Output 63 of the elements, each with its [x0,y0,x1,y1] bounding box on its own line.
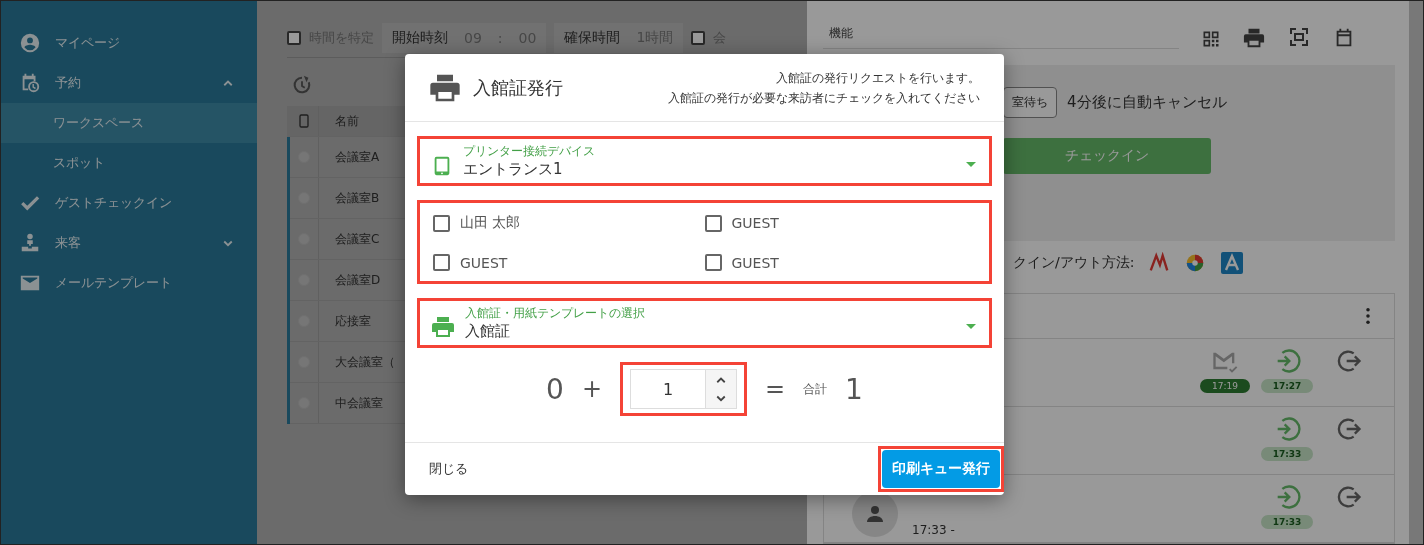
a-logo-icon [1220,251,1245,275]
sidebar-item[interactable]: メールテンプレート [1,263,257,303]
checkbox[interactable] [287,31,301,45]
methods-label: クイン/アウト方法: [1013,254,1135,272]
total-label: 合計 [803,380,828,398]
table-cell-text: 会議室D [334,271,381,289]
column-header: 名前 [334,112,359,130]
status-badge: 室待ち [1003,87,1057,118]
visitor-name: GUEST [460,254,508,271]
tablet-icon [296,113,312,129]
checkbox[interactable] [433,214,450,232]
visitor-icon [19,232,41,254]
user-icon [19,32,41,54]
visitor-name: GUEST [731,254,779,271]
time-pill: 17:27 [1260,379,1314,393]
dropdown-caret-icon [966,162,976,167]
checkbox[interactable] [704,254,722,271]
sidebar-subitem[interactable]: スポット [1,143,257,183]
visitor-name: GUEST [731,215,779,231]
field-label: 入館証・用紙テンプレートの選択 [465,305,646,322]
more-icon [1366,308,1370,324]
scan-icon [1287,25,1311,49]
section-title: 機能 [823,25,1179,49]
sidebar-item[interactable]: ゲストチェックイン [1,183,257,223]
table-cell-text: 応接室 [334,312,371,330]
dropdown-caret-icon [966,324,976,329]
table-cell-text: 大会議室（ [334,353,395,371]
table-cell-text: 会議室A [334,148,380,166]
checkbox[interactable] [704,214,722,232]
visitor-name: 山田 太郎 [460,214,521,232]
sidebar-subitem[interactable]: ワークスペース [1,103,257,143]
printer-icon [431,315,455,339]
checkbox[interactable] [691,31,706,45]
sidebar-item[interactable]: 来客 [1,223,257,263]
sidebar-item[interactable]: マイページ [1,23,257,63]
time-pill: 17:33 [1260,447,1314,461]
plus-sign: + [581,375,602,403]
checkin-button[interactable]: チェックイン [1003,138,1211,174]
time-pill: 17:33 [1260,515,1314,529]
table-cell-text: 会議室C [334,230,380,248]
total-count: 1 [845,372,863,406]
dialog-description: 入館証の発行リクエストを行います。 入館証の発行が必要な来訪者にチェックを入れてください [668,69,980,107]
qr-code-icon [1201,29,1221,49]
field-value: 入館証 [465,322,511,341]
refresh-icon [291,74,313,96]
checkbox[interactable] [433,254,450,271]
print-queue-button[interactable]: 印刷キュー発行 [882,450,1000,488]
close-button[interactable]: 閉じる [429,454,468,484]
visit-time: 17:33 - [912,523,955,537]
sidebar-item[interactable]: 予約 [1,63,257,103]
select-field[interactable]: 入館証・用紙テンプレートの選択 入館証 [417,298,992,348]
printer-icon [1243,27,1265,49]
table-cell-text: 中会議室 [334,394,383,412]
field-value: エントランス1 [463,160,564,179]
equals-sign: = [765,375,786,403]
status-note: 4分後に自動キャンセル [1067,93,1227,112]
table-cell-text: 会議室B [334,189,380,207]
dialog-title: 入館証発行 [473,75,564,100]
base-count: 0 [546,372,564,406]
m-logo-icon [1148,252,1171,274]
field-label: プリンター接続デバイス [463,143,596,160]
time-pill: 17:19 [1200,379,1250,393]
select-field[interactable]: プリンター接続デバイス エントランス1 [417,136,992,186]
